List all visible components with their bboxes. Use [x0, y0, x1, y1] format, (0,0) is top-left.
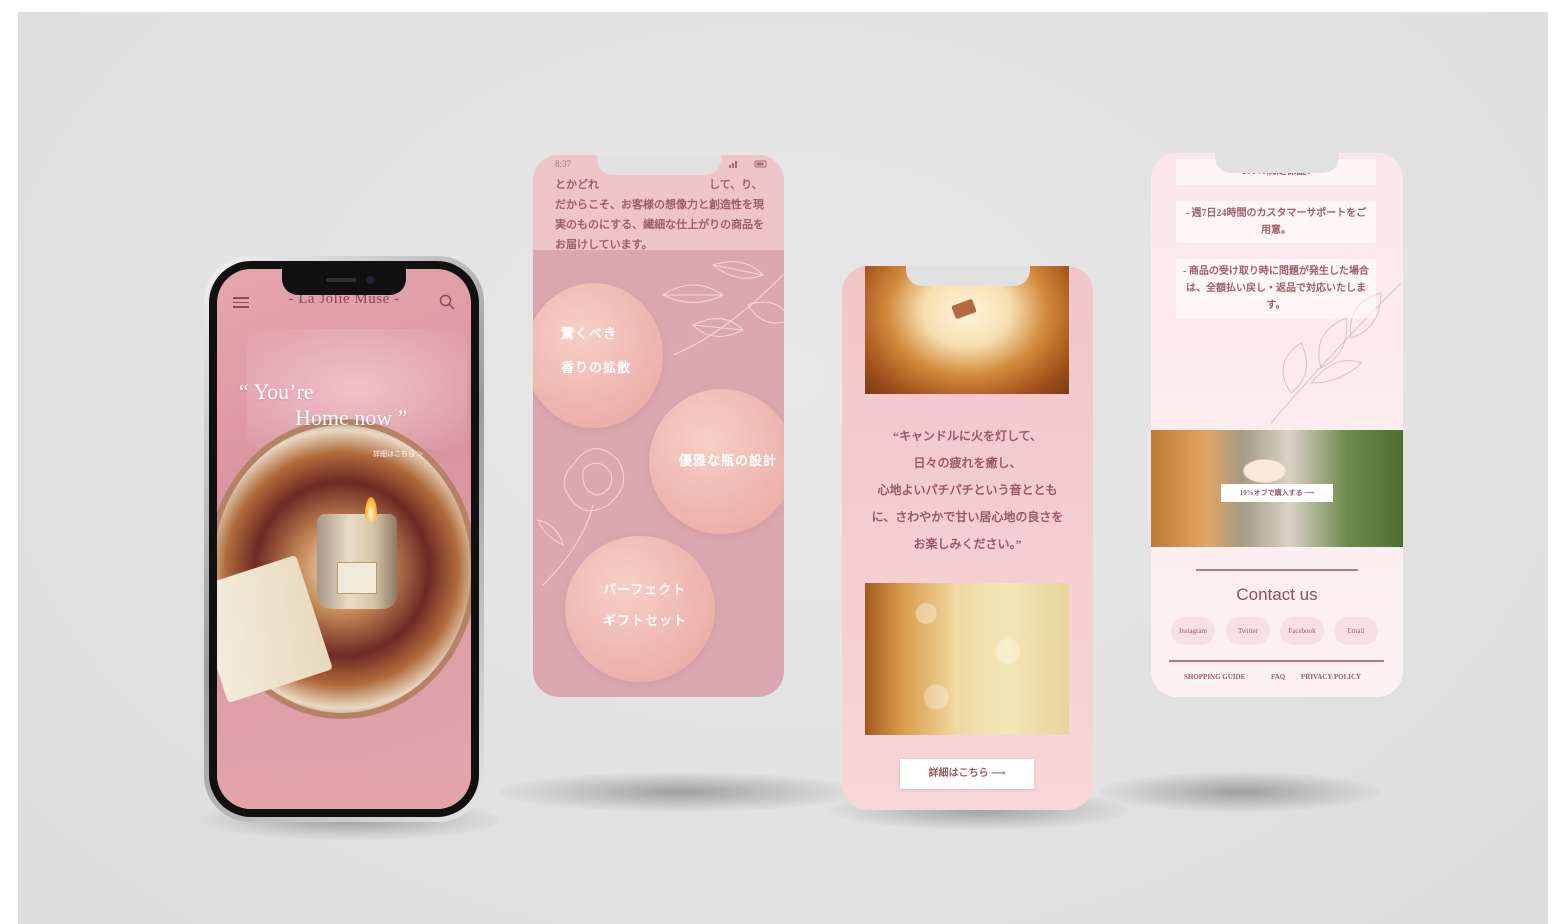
- hero-detail-link[interactable]: 詳細はこちら ＞: [373, 449, 424, 459]
- hero-quote-line2: Home now ”: [295, 405, 408, 430]
- phone-shadow: [500, 772, 860, 812]
- footer-privacy-policy-link[interactable]: PRIVACY POLICY: [1301, 673, 1361, 681]
- story-quote: “キャンドルに火を灯して、 日々の疲れを癒し、 心地よいパチパチという音ととも …: [860, 423, 1075, 558]
- phone-screen-story: “キャンドルに火を灯して、 日々の疲れを癒し、 心地よいパチパチという音ととも …: [842, 266, 1093, 810]
- status-time: 8:37: [555, 159, 572, 169]
- guarantee-card: - 週7日24時間のカスタマーサポートをご用意。: [1176, 201, 1376, 243]
- promo-buy-button[interactable]: 10%オフで購入する ⟶: [1221, 484, 1333, 502]
- facebook-link[interactable]: Facebook: [1280, 617, 1324, 645]
- phone-shadow: [1100, 772, 1380, 812]
- feature-fragrance-line1: 驚くべき: [561, 326, 618, 341]
- status-icons: [729, 160, 767, 168]
- leaf-illustration: [662, 261, 784, 356]
- phone-notch: [596, 155, 721, 175]
- search-icon[interactable]: [439, 294, 455, 310]
- footer-faq-link[interactable]: FAQ: [1271, 673, 1285, 681]
- phone-notch: [282, 269, 406, 295]
- speaker: [326, 278, 356, 282]
- hero-image-candle: [317, 514, 397, 609]
- feature-gift-line2: ギフトセット: [603, 613, 688, 628]
- quote-line: 日々の疲れを癒し、: [913, 456, 1022, 470]
- phone-notch: [1215, 153, 1339, 173]
- phone-mockup-home: - La Jolie Muse - “ You’re Home now ” 詳細…: [204, 256, 484, 822]
- phone-screen-features: とかどれ して、り、だからこそ、お客様の想像力と創造性を現実のものにする、繊細な…: [533, 155, 784, 697]
- contact-title: Contact us: [1236, 585, 1318, 604]
- glass-jar-texture-image: [865, 583, 1069, 735]
- quote-line: に、さわやかで甘い居心地の良さを: [871, 510, 1064, 524]
- guarantee-card: - 商品の受け取り時に問題が発生した場合は、全額払い戻し・返品で対応いたします。: [1176, 259, 1376, 318]
- quote-line: お楽しみください。”: [913, 537, 1022, 551]
- intro-text: とかどれ して、り、だからこそ、お客様の想像力と創造性を現実のものにする、繊細な…: [555, 179, 765, 251]
- divider: [1196, 569, 1358, 571]
- phone-notch: [905, 266, 1030, 286]
- front-camera: [366, 276, 374, 284]
- twitter-link[interactable]: Twitter: [1226, 617, 1270, 645]
- instagram-link[interactable]: Instagram: [1171, 617, 1215, 645]
- phone-screen-contact: - 100%満足保証！ - 週7日24時間のカスタマーサポートをご用意。 - 商…: [1151, 153, 1403, 697]
- feature-bubble-jar-design[interactable]: 優雅な瓶の設計: [649, 389, 784, 534]
- feature-jar-line1: 優雅な瓶の設計: [679, 453, 778, 468]
- quote-line: “キャンドルに火を灯して、: [892, 429, 1043, 443]
- footer-shopping-guide-link[interactable]: SHOPPING GUIDE: [1184, 673, 1245, 681]
- feature-fragrance-line2: 香りの拡散: [561, 360, 632, 375]
- candle-jars-image: 10%オフで購入する ⟶: [1151, 430, 1403, 547]
- screen-bottom-fade: [217, 749, 471, 809]
- phone-bezel: - La Jolie Muse - “ You’re Home now ” 詳細…: [209, 261, 479, 817]
- divider: [1169, 660, 1384, 662]
- feature-gift-line1: パーフェクト: [603, 582, 687, 597]
- hero-quote-line1: “ You’re: [239, 379, 314, 404]
- feature-bubble-fragrance[interactable]: 驚くべき 香りの拡散: [533, 283, 663, 428]
- wooden-wick: [951, 298, 977, 320]
- quote-line: 心地よいパチパチという音ととも: [877, 483, 1058, 497]
- candle-label: [337, 562, 377, 594]
- detail-button[interactable]: 詳細はこちら ⟶: [900, 759, 1034, 789]
- email-link[interactable]: Email: [1334, 617, 1378, 645]
- feature-bubble-gift-set[interactable]: パーフェクト ギフトセット: [565, 536, 715, 682]
- home-screen: - La Jolie Muse - “ You’re Home now ” 詳細…: [217, 269, 471, 809]
- social-links: Instagram Twitter Facebook Email: [1171, 617, 1383, 645]
